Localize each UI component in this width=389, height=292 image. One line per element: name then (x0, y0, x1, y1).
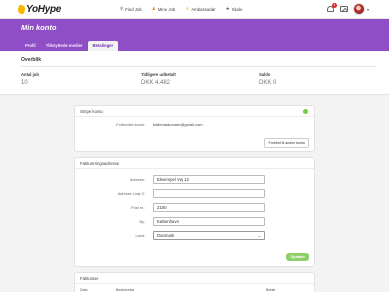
update-button[interactable]: Opdater (286, 253, 309, 261)
country-row: Land: Danmark ⌄ (75, 231, 265, 240)
stat-value: DKK 4.482 (141, 80, 171, 86)
brand-logo[interactable]: YoHype (17, 3, 62, 16)
mail-icon[interactable] (339, 6, 348, 12)
nav-label: Find Job (125, 6, 142, 12)
city-row: By: København (75, 217, 265, 226)
invoices-card: Fakturaer Dato Beskrivelse Beløb (74, 272, 315, 292)
star-icon: ★ (225, 6, 230, 11)
stat-paid-out: Tidligere udbetalt DKK 4.482 (141, 72, 176, 86)
column-header-description: Beskrivelse (116, 288, 135, 292)
main-nav: ⚲ Find Job ♟ Mine Job ♕ Ambassadør ★ Sko… (120, 6, 252, 12)
brand-name: YoHype (26, 4, 62, 15)
card-title: Faktureringsadresse (75, 158, 314, 169)
chevron-down-icon: ⌄ (257, 233, 261, 238)
address-line2-input[interactable] (153, 189, 265, 198)
field-label: Forbundet konto: (116, 122, 145, 127)
address-line2-row: Adresse Linje 2: (75, 189, 265, 198)
chevron-down-icon[interactable]: ▾ (367, 7, 369, 12)
postal-code-row: Post nr.: 2100 (75, 203, 265, 212)
overview-title: Overblik (21, 57, 42, 63)
notification-badge: 1 (331, 2, 337, 8)
nav-ambassador[interactable]: ♕ Ambassadør (185, 6, 215, 12)
page-title: Min konto (21, 23, 57, 32)
postal-code-input[interactable]: 2100 (153, 203, 265, 212)
field-label: Post nr.: (131, 205, 145, 210)
nav-label: Mine Job (157, 6, 176, 12)
person-icon: ♟ (151, 6, 156, 11)
country-value: Danmark (157, 233, 175, 238)
field-label: Land: (135, 233, 145, 238)
stat-value: 10 (21, 80, 28, 86)
city-input[interactable]: København (153, 217, 265, 226)
nav-label: Skole (231, 6, 243, 12)
stat-label: Saldo (259, 72, 271, 77)
tab-tilknyttede-medier[interactable]: Tilknyttede medier (41, 41, 88, 51)
logo-mark-icon (17, 5, 26, 14)
overview-section: Overblik Antal job 10 Tidligere udbetalt… (0, 51, 389, 95)
billing-address-card: Faktureringsadresse Adresse: Eksempel Ve… (74, 157, 315, 267)
country-select[interactable]: Danmark ⌄ (153, 231, 265, 240)
crown-icon: ♕ (185, 6, 190, 11)
search-icon: ⚲ (120, 6, 124, 11)
stat-value: DKK 0 (259, 80, 277, 86)
stat-jobs: Antal job 10 (21, 72, 39, 86)
stat-label: Tidligere udbetalt (141, 72, 176, 77)
stat-balance: Saldo DKK 0 (259, 72, 276, 86)
field-label: By: (139, 219, 146, 224)
stripe-email-row: Forbundet konto: ballemadumam@gmail.com (75, 122, 203, 127)
stripe-account-card: Stripe konto Forbundet konto: ballemadum… (74, 105, 315, 152)
nav-skole[interactable]: ★ Skole (226, 6, 243, 12)
nav-find-job[interactable]: ⚲ Find Job (120, 6, 142, 12)
divider (21, 66, 377, 67)
column-header-date: Dato (80, 288, 88, 292)
column-header-amount: Beløb (266, 288, 276, 292)
card-title: Fakturaer (75, 273, 314, 284)
tab-betalinger[interactable]: Betalinger (87, 41, 119, 51)
account-tabs: Profil Tilknyttede medier Betalinger (20, 41, 119, 51)
stat-label: Antal job (21, 72, 39, 77)
field-label: Adresse Linje 2: (117, 191, 145, 196)
field-label: Adresse: (130, 177, 145, 182)
address-row: Adresse: Eksempel Vej 12 (75, 175, 265, 184)
avatar[interactable] (352, 3, 365, 15)
tab-profil[interactable]: Profil (20, 41, 41, 51)
notifications-button[interactable]: 1 (326, 2, 337, 14)
nav-mine-job[interactable]: ♟ Mine Job (152, 6, 175, 12)
account-header: Min konto Profil Tilknyttede medier Beta… (0, 19, 389, 51)
card-title: Stripe konto (75, 106, 314, 117)
top-navigation-bar: YoHype ⚲ Find Job ♟ Mine Job ♕ Ambassadø… (0, 0, 389, 19)
connect-other-account-button[interactable]: Forbind til anden konto (264, 138, 309, 148)
user-controls: 1 ▾ (326, 2, 369, 15)
address-input[interactable]: Eksempel Vej 12 (153, 175, 265, 184)
nav-label: Ambassadør (191, 6, 216, 12)
connected-email: ballemadumam@gmail.com (153, 122, 203, 127)
connected-status-icon (303, 109, 308, 114)
